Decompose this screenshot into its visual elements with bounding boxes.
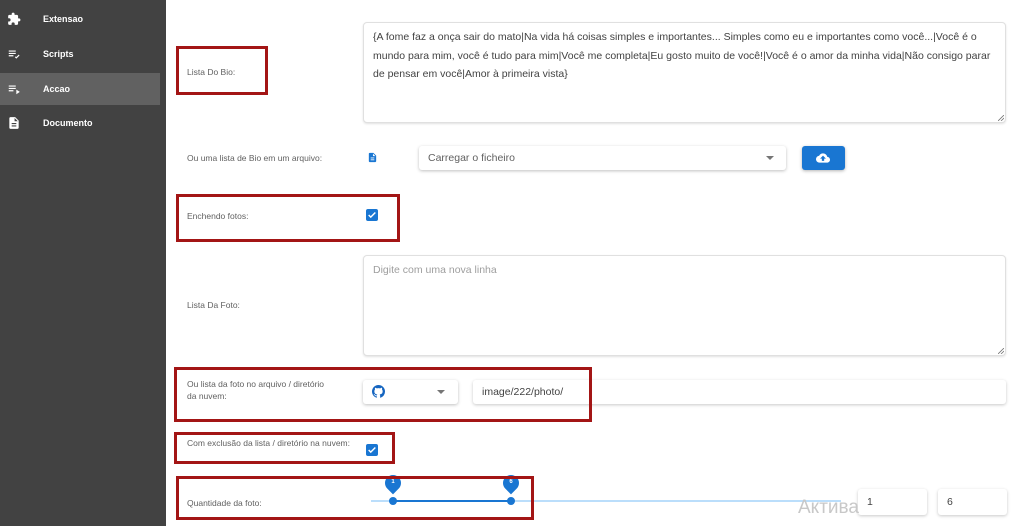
quantity-max-text: 6 <box>947 496 953 508</box>
playlist-check-icon <box>8 50 20 59</box>
bio-list-textarea[interactable]: {A fome faz a onça sair do mato|Na vida … <box>363 22 1006 123</box>
resize-grip-icon[interactable] <box>998 348 1004 354</box>
highlight-box-bio-list <box>176 46 268 95</box>
bio-file-select-text: Carregar o ficheiro <box>428 152 515 164</box>
quantity-min-input[interactable]: 1 <box>858 489 927 515</box>
chevron-down-icon <box>766 156 774 160</box>
sidebar-item-label: Scripts <box>43 49 74 59</box>
sidebar: Extensao Scripts Accao Documento <box>0 0 166 526</box>
quantity-max-input[interactable]: 6 <box>938 489 1007 515</box>
highlight-box-cloud-directory <box>174 367 592 422</box>
activation-watermark: Актива <box>798 497 859 518</box>
highlight-box-fill-photos <box>176 194 400 242</box>
sidebar-item-documento[interactable]: Documento <box>0 107 160 139</box>
highlight-box-exclude <box>174 432 395 464</box>
resize-grip-icon[interactable] <box>998 115 1004 121</box>
sidebar-item-label: Extensao <box>43 14 84 24</box>
sidebar-item-scripts[interactable]: Scripts <box>0 38 160 70</box>
bio-file-label: Ou uma lista de Bio em um arquivo: <box>187 153 323 163</box>
file-icon <box>368 152 377 163</box>
sidebar-item-label: Accao <box>43 84 71 94</box>
document-icon <box>9 117 19 129</box>
bio-list-text: {A fome faz a onça sair do mato|Na vida … <box>373 31 991 80</box>
sidebar-item-extensao[interactable]: Extensao <box>0 3 160 35</box>
photo-list-textarea[interactable]: Digite com uma nova linha <box>363 255 1006 356</box>
sidebar-item-accao[interactable]: Accao <box>0 73 160 105</box>
puzzle-icon <box>8 12 21 25</box>
upload-button[interactable] <box>802 146 845 170</box>
cloud-upload-icon <box>816 153 830 163</box>
playlist-play-icon <box>8 85 20 95</box>
photo-list-label: Lista Da Foto: <box>187 300 240 310</box>
quantity-min-text: 1 <box>867 496 873 508</box>
sidebar-item-label: Documento <box>43 118 93 128</box>
bio-file-select[interactable]: Carregar o ficheiro <box>419 146 786 170</box>
highlight-box-quantity <box>176 476 534 520</box>
photo-list-placeholder: Digite com uma nova linha <box>373 264 497 276</box>
